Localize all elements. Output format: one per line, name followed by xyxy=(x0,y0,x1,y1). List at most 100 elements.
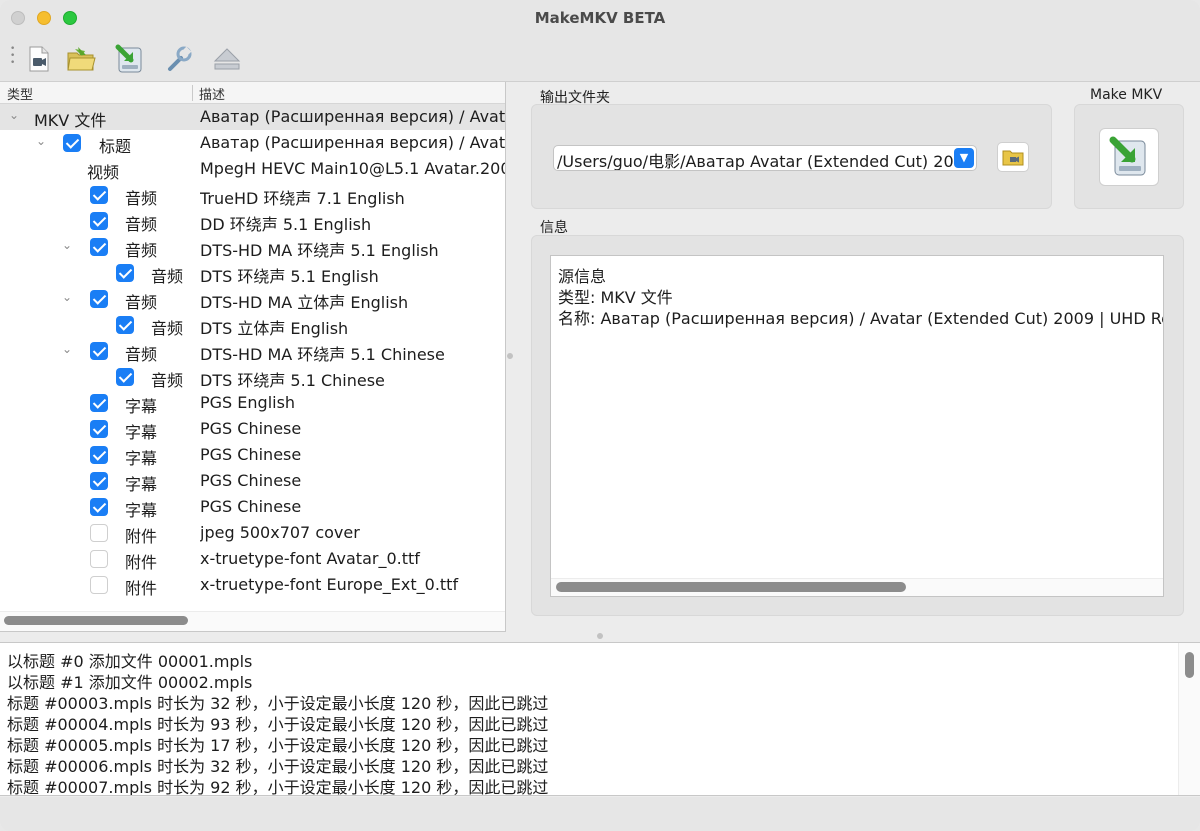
track-checkbox[interactable] xyxy=(90,342,108,360)
log-line: 标题 #00007.mpls 时长为 92 秒，小于设定最小长度 120 秒，因… xyxy=(7,778,549,796)
tree-header: 类型 描述 xyxy=(0,82,505,104)
track-checkbox[interactable] xyxy=(116,264,134,282)
column-header-type[interactable]: 类型 xyxy=(7,84,33,103)
title-checkbox[interactable] xyxy=(63,134,81,152)
tree-row[interactable]: ⌄ 标题 Аватар (Расширенная версия) / Avata… xyxy=(0,130,506,156)
tree-row[interactable]: 字幕 PGS Chinese xyxy=(0,416,505,442)
tree-row[interactable]: ⌄ 音频 DTS-HD MA 立体声 English xyxy=(0,286,505,312)
row-type: 字幕 xyxy=(125,449,158,468)
tree-row[interactable]: 字幕 PGS Chinese xyxy=(0,442,505,468)
attachment-checkbox[interactable] xyxy=(90,576,108,594)
chevron-down-icon[interactable]: ⌄ xyxy=(9,108,19,122)
chevron-down-icon[interactable]: ⌄ xyxy=(36,134,46,148)
row-description: DTS 环绕声 5.1 English xyxy=(200,267,379,286)
backup-disc-icon xyxy=(115,44,142,73)
row-type: 音频 xyxy=(125,189,158,208)
chevron-down-icon[interactable]: ▼ xyxy=(954,148,974,168)
tree-row[interactable]: 附件 x-truetype-font Avatar_0.ttf xyxy=(0,546,505,572)
make-mkv-label: Make MKV xyxy=(1090,87,1163,103)
row-type: 字幕 xyxy=(125,397,158,416)
tree-row[interactable]: ⌄ 音频 DTS-HD MA 环绕声 5.1 English xyxy=(0,234,505,260)
make-mkv-button[interactable] xyxy=(1099,128,1159,186)
row-type: 附件 xyxy=(125,553,158,572)
status-bar xyxy=(0,797,1200,831)
chevron-down-icon[interactable]: ⌄ xyxy=(62,290,72,304)
backup-button[interactable] xyxy=(112,42,146,76)
window-title: MakeMKV BETA xyxy=(534,9,666,27)
row-type: 附件 xyxy=(125,527,158,546)
info-line: 名称: Аватар (Расширенная версия) / Avatar… xyxy=(558,309,1164,328)
track-checkbox[interactable] xyxy=(90,290,108,308)
tree-row[interactable]: 音频 DTS 立体声 English xyxy=(0,312,505,338)
chevron-down-icon[interactable]: ⌄ xyxy=(62,342,72,356)
row-description: DTS-HD MA 环绕声 5.1 English xyxy=(200,241,439,260)
row-description: DTS 立体声 English xyxy=(200,319,349,338)
browse-folder-button[interactable] xyxy=(997,142,1029,172)
folder-icon xyxy=(1002,150,1024,166)
tree-row[interactable]: 音频 DTS 环绕声 5.1 Chinese xyxy=(0,364,505,390)
open-file-button[interactable] xyxy=(22,42,56,76)
row-description: x-truetype-font Europe_Ext_0.ttf xyxy=(200,575,459,594)
tree-row[interactable]: ⌄ 音频 DTS-HD MA 环绕声 5.1 Chinese xyxy=(0,338,505,364)
tree-row[interactable]: 字幕 PGS Chinese xyxy=(0,494,505,520)
tree-row[interactable]: 视频 MpegH HEVC Main10@L5.1 Avatar.2009 xyxy=(0,156,506,182)
tree-row[interactable]: 附件 jpeg 500x707 cover xyxy=(0,520,505,546)
track-checkbox[interactable] xyxy=(90,446,108,464)
row-type: 字幕 xyxy=(125,475,158,494)
column-separator[interactable] xyxy=(192,85,193,101)
toolbar-grip-icon[interactable]: • • • xyxy=(10,45,15,68)
track-checkbox[interactable] xyxy=(90,238,108,256)
output-folder-select[interactable]: /Users/guo/电影/Аватар Avatar (Extended Cu… xyxy=(553,145,977,171)
info-horizontal-scrollbar[interactable] xyxy=(556,582,906,592)
attachment-checkbox[interactable] xyxy=(90,550,108,568)
preferences-button[interactable] xyxy=(162,42,196,76)
horizontal-split-handle[interactable] xyxy=(597,633,603,639)
tree-row[interactable]: 附件 x-truetype-font Europe_Ext_0.ttf xyxy=(0,572,505,598)
log-panel: 以标题 #0 添加文件 00001.mpls 以标题 #1 添加文件 00002… xyxy=(0,642,1200,796)
row-description: DTS 环绕声 5.1 Chinese xyxy=(200,371,385,390)
tree-horizontal-scrollbar[interactable] xyxy=(4,616,188,625)
open-folder-icon xyxy=(67,47,96,71)
row-type: 附件 xyxy=(125,579,158,598)
column-header-description[interactable]: 描述 xyxy=(199,84,225,103)
tree-row[interactable]: ⌄ MKV 文件 Аватар (Расширенная версия) / A… xyxy=(0,104,505,130)
tree-row[interactable]: 音频 DD 环绕声 5.1 English xyxy=(0,208,505,234)
row-description: TrueHD 环绕声 7.1 English xyxy=(200,189,405,208)
row-type: 音频 xyxy=(151,319,184,338)
tree-row[interactable]: 字幕 PGS English xyxy=(0,390,505,416)
track-checkbox[interactable] xyxy=(90,394,108,412)
track-checkbox[interactable] xyxy=(90,420,108,438)
row-description: DD 环绕声 5.1 English xyxy=(200,215,372,234)
tree-row[interactable]: 音频 DTS 环绕声 5.1 English xyxy=(0,260,505,286)
tree-row[interactable]: 音频 TrueHD 环绕声 7.1 English xyxy=(0,182,505,208)
row-description: Аватар (Расширенная версия) / Avatar (Ex… xyxy=(200,133,506,152)
row-description: PGS Chinese xyxy=(200,497,302,516)
main-window: MakeMKV BETA • • • 类型 描述 ⌄ MKV 文件 Аватар… xyxy=(0,0,1200,831)
row-type: 字幕 xyxy=(125,423,158,442)
open-folder-button[interactable] xyxy=(64,42,98,76)
output-folder-path: /Users/guo/电影/Аватар Avatar (Extended Cu… xyxy=(557,152,955,171)
row-description: x-truetype-font Avatar_0.ttf xyxy=(200,549,420,568)
row-description: MpegH HEVC Main10@L5.1 Avatar.2009 xyxy=(200,159,506,178)
vertical-split-handle[interactable] xyxy=(507,353,513,359)
toolbar: • • • xyxy=(0,36,1200,82)
row-description: PGS Chinese xyxy=(200,419,302,438)
row-type: 视频 xyxy=(87,163,120,182)
row-description: jpeg 500x707 cover xyxy=(200,523,360,542)
track-checkbox[interactable] xyxy=(116,368,134,386)
track-checkbox[interactable] xyxy=(90,186,108,204)
row-type: 音频 xyxy=(125,293,158,312)
track-checkbox[interactable] xyxy=(90,498,108,516)
row-type: MKV 文件 xyxy=(34,111,107,130)
log-vertical-scrollbar[interactable] xyxy=(1185,652,1194,678)
info-label: 信息 xyxy=(540,220,568,236)
attachment-checkbox[interactable] xyxy=(90,524,108,542)
chevron-down-icon[interactable]: ⌄ xyxy=(62,238,72,252)
tree-row[interactable]: 字幕 PGS Chinese xyxy=(0,468,505,494)
open-file-icon xyxy=(29,46,49,72)
track-checkbox[interactable] xyxy=(90,212,108,230)
eject-button[interactable] xyxy=(210,42,244,76)
track-checkbox[interactable] xyxy=(90,472,108,490)
row-type: 音频 xyxy=(125,215,158,234)
track-checkbox[interactable] xyxy=(116,316,134,334)
